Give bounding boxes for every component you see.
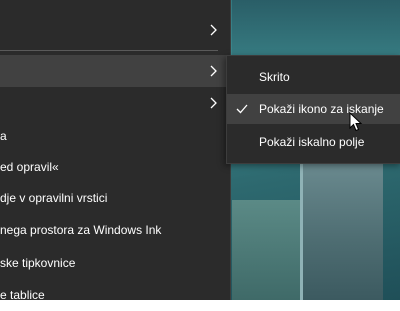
submenu-item-label: Pokaži ikono za iskanje <box>259 102 384 116</box>
menu-separator <box>0 50 218 51</box>
mouse-pointer-icon <box>349 111 363 132</box>
checkmark-icon <box>235 102 249 116</box>
menu-item-people[interactable]: dje v opravilni vrstici <box>0 182 230 214</box>
menu-item-label: a <box>0 129 7 143</box>
chevron-right-icon <box>208 64 220 78</box>
submenu-item-show-search-icon[interactable]: Pokaži ikono za iskanje <box>227 94 400 124</box>
menu-item-cortana[interactable]: a <box>0 120 230 152</box>
menu-item-search[interactable] <box>0 55 230 87</box>
menu-item-label: ske tipkovnice <box>0 256 76 270</box>
taskbar-context-menu: a ed opravil« dje v opravilni vrstici ne… <box>0 0 231 302</box>
submenu-item-hidden[interactable]: Skrito <box>227 62 400 92</box>
wallpaper-rock <box>232 200 302 300</box>
submenu-item-label: Skrito <box>259 70 290 84</box>
chevron-right-icon <box>208 23 220 37</box>
menu-item-touchpad[interactable]: e tablice <box>0 279 230 311</box>
search-submenu: Skrito Pokaži ikono za iskanje Pokaži is… <box>226 55 400 164</box>
menu-item-label: ed opravil« <box>0 160 59 174</box>
menu-item-windows-ink[interactable]: nega prostora za Windows Ink <box>0 214 230 246</box>
menu-item-label: nega prostora za Windows Ink <box>0 223 162 237</box>
chevron-right-icon <box>208 96 220 110</box>
wallpaper-sky <box>232 0 400 55</box>
wallpaper-ruin <box>300 150 383 300</box>
menu-item-touch-keyboard[interactable]: ske tipkovnice <box>0 247 230 279</box>
menu-item-task-view[interactable]: ed opravil« <box>0 151 230 183</box>
submenu-item-label: Pokaži iskalno polje <box>259 135 365 149</box>
menu-item-news[interactable] <box>0 87 230 119</box>
menu-item-toolbars[interactable] <box>0 14 230 46</box>
menu-item-label: dje v opravilni vrstici <box>0 191 108 205</box>
submenu-item-show-search-box[interactable]: Pokaži iskalno polje <box>227 127 400 157</box>
